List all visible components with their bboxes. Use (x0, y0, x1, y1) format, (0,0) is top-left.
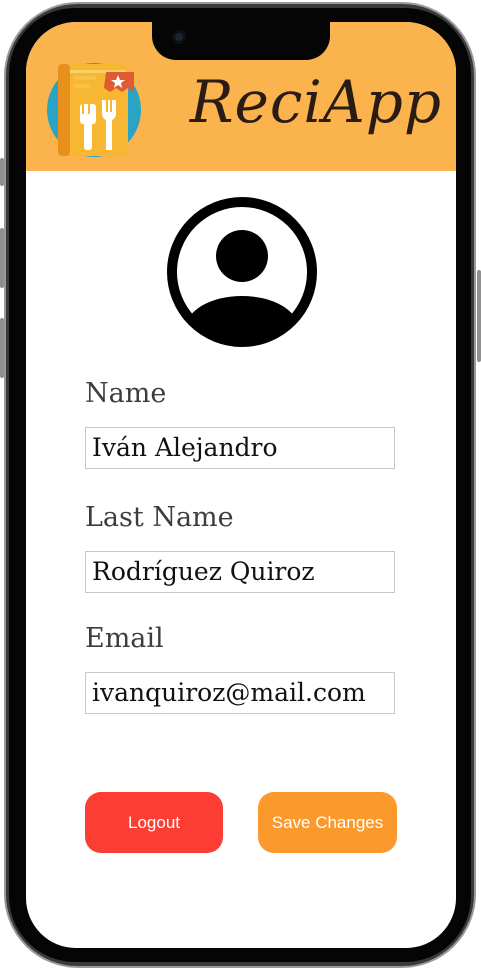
name-label: Name (85, 378, 167, 409)
email-label: Email (85, 623, 164, 654)
recipe-book-icon (47, 63, 141, 157)
phone-volume-up (0, 228, 4, 288)
app-header: ReciApp (26, 22, 456, 171)
phone-side-button (0, 158, 4, 186)
user-avatar-icon[interactable] (166, 196, 318, 348)
phone-power-button (477, 270, 481, 362)
last-name-field[interactable]: Rodríguez Quiroz (85, 551, 395, 593)
camera-dot (172, 30, 186, 44)
save-changes-button[interactable]: Save Changes (258, 792, 397, 853)
screen: ReciApp Name Iván Alejandro Last Name Ro… (26, 22, 456, 948)
last-name-label: Last Name (85, 502, 234, 533)
name-field[interactable]: Iván Alejandro (85, 427, 395, 469)
logout-button[interactable]: Logout (85, 792, 223, 853)
phone-volume-down (0, 318, 4, 378)
app-title: ReciApp (189, 68, 442, 136)
email-field[interactable]: ivanquiroz@mail.com (85, 672, 395, 714)
